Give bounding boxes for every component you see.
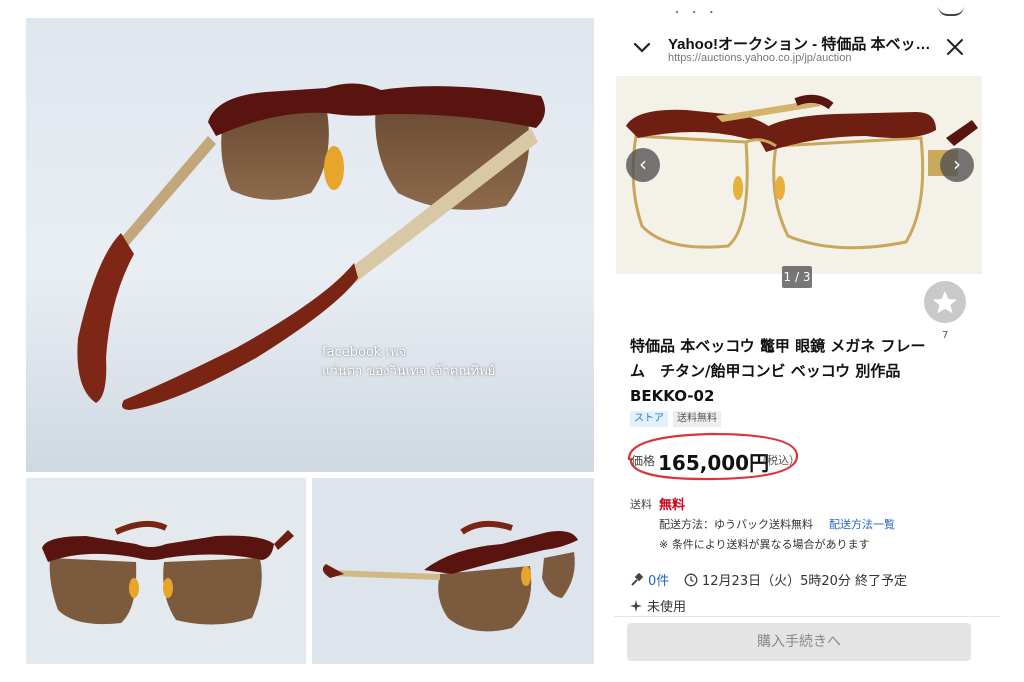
shipping-methods-link[interactable]: 配送方法一覧 [829,516,895,532]
store-badge: ストア [630,411,668,427]
image-counter: 1 / 3 [782,266,812,288]
item-condition: 未使用 [647,600,687,615]
condition-row: 未使用 [630,596,686,615]
star-icon [933,291,957,314]
price-label: 価格 [631,454,656,468]
status-bar-icon [938,6,964,16]
gavel-icon [631,572,644,586]
free-shipping-badge: 送料無料 [673,411,721,427]
footer-divider [614,616,1000,617]
watch-count: 7 [942,330,949,341]
chevron-down-icon[interactable] [630,36,654,60]
watermark-line-1: facebook เพจ [322,345,407,360]
clock-icon [684,573,698,586]
shipping-note: ※ 条件により送料が異なる場合があります [659,538,870,551]
page-title: Yahoo!オークション - 特価品 本ベッ… [668,36,931,53]
watchlist-button[interactable] [924,281,966,323]
shipping-value: 無料 [659,498,686,513]
bid-count-row: 0件 [630,570,669,589]
main-product-photo: facebook เพจ แว่นตา ของวินเทจ เจ้าคุณทิพ… [26,18,594,472]
status-bar-fragment: ・ ・ ・ [672,8,719,19]
end-time: 12月23日（火）5時20分 終了予定 [702,574,908,589]
bid-count[interactable]: 0件 [648,570,669,589]
carousel-image [616,76,982,274]
carousel-next-button[interactable]: › [940,148,974,182]
close-icon[interactable] [944,36,966,58]
checkout-button[interactable]: 購入手続きへ [627,623,971,661]
sparkle-icon [630,599,642,612]
price-tax-note: （税込） [756,454,800,467]
auction-detail-panel: ・ ・ ・ Yahoo!オークション - 特価品 本ベッ… https://au… [614,0,1000,682]
shipping-method: 配送方法：ゆうパック送料無料 [659,518,813,531]
watermark-line-2: แว่นตา ของวินเทจ เจ้าคุณทิพย์ [322,364,496,379]
photo-watermark: facebook เพจ แว่นตา ของวินเทจ เจ้าคุณทิพ… [322,343,495,381]
page-url: https://auctions.yahoo.co.jp/jp/auction [668,52,852,64]
carousel-prev-button[interactable]: ‹ [626,148,660,182]
end-time-row: 12月23日（火）5時20分 終了予定 [684,570,907,589]
image-carousel[interactable]: ‹ › [616,76,982,274]
front-product-photo [26,478,306,664]
price-value: 165,000円 [658,451,770,475]
item-title: 特価品 本ベッコウ 鼈甲 眼鏡 メガネ フレーム チタン/飴甲コンビ ベッコウ … [630,337,926,405]
side-product-photo [312,478,594,664]
shipping-label: 送料 [630,498,652,511]
item-tags: ストア 送料無料 [630,411,721,427]
